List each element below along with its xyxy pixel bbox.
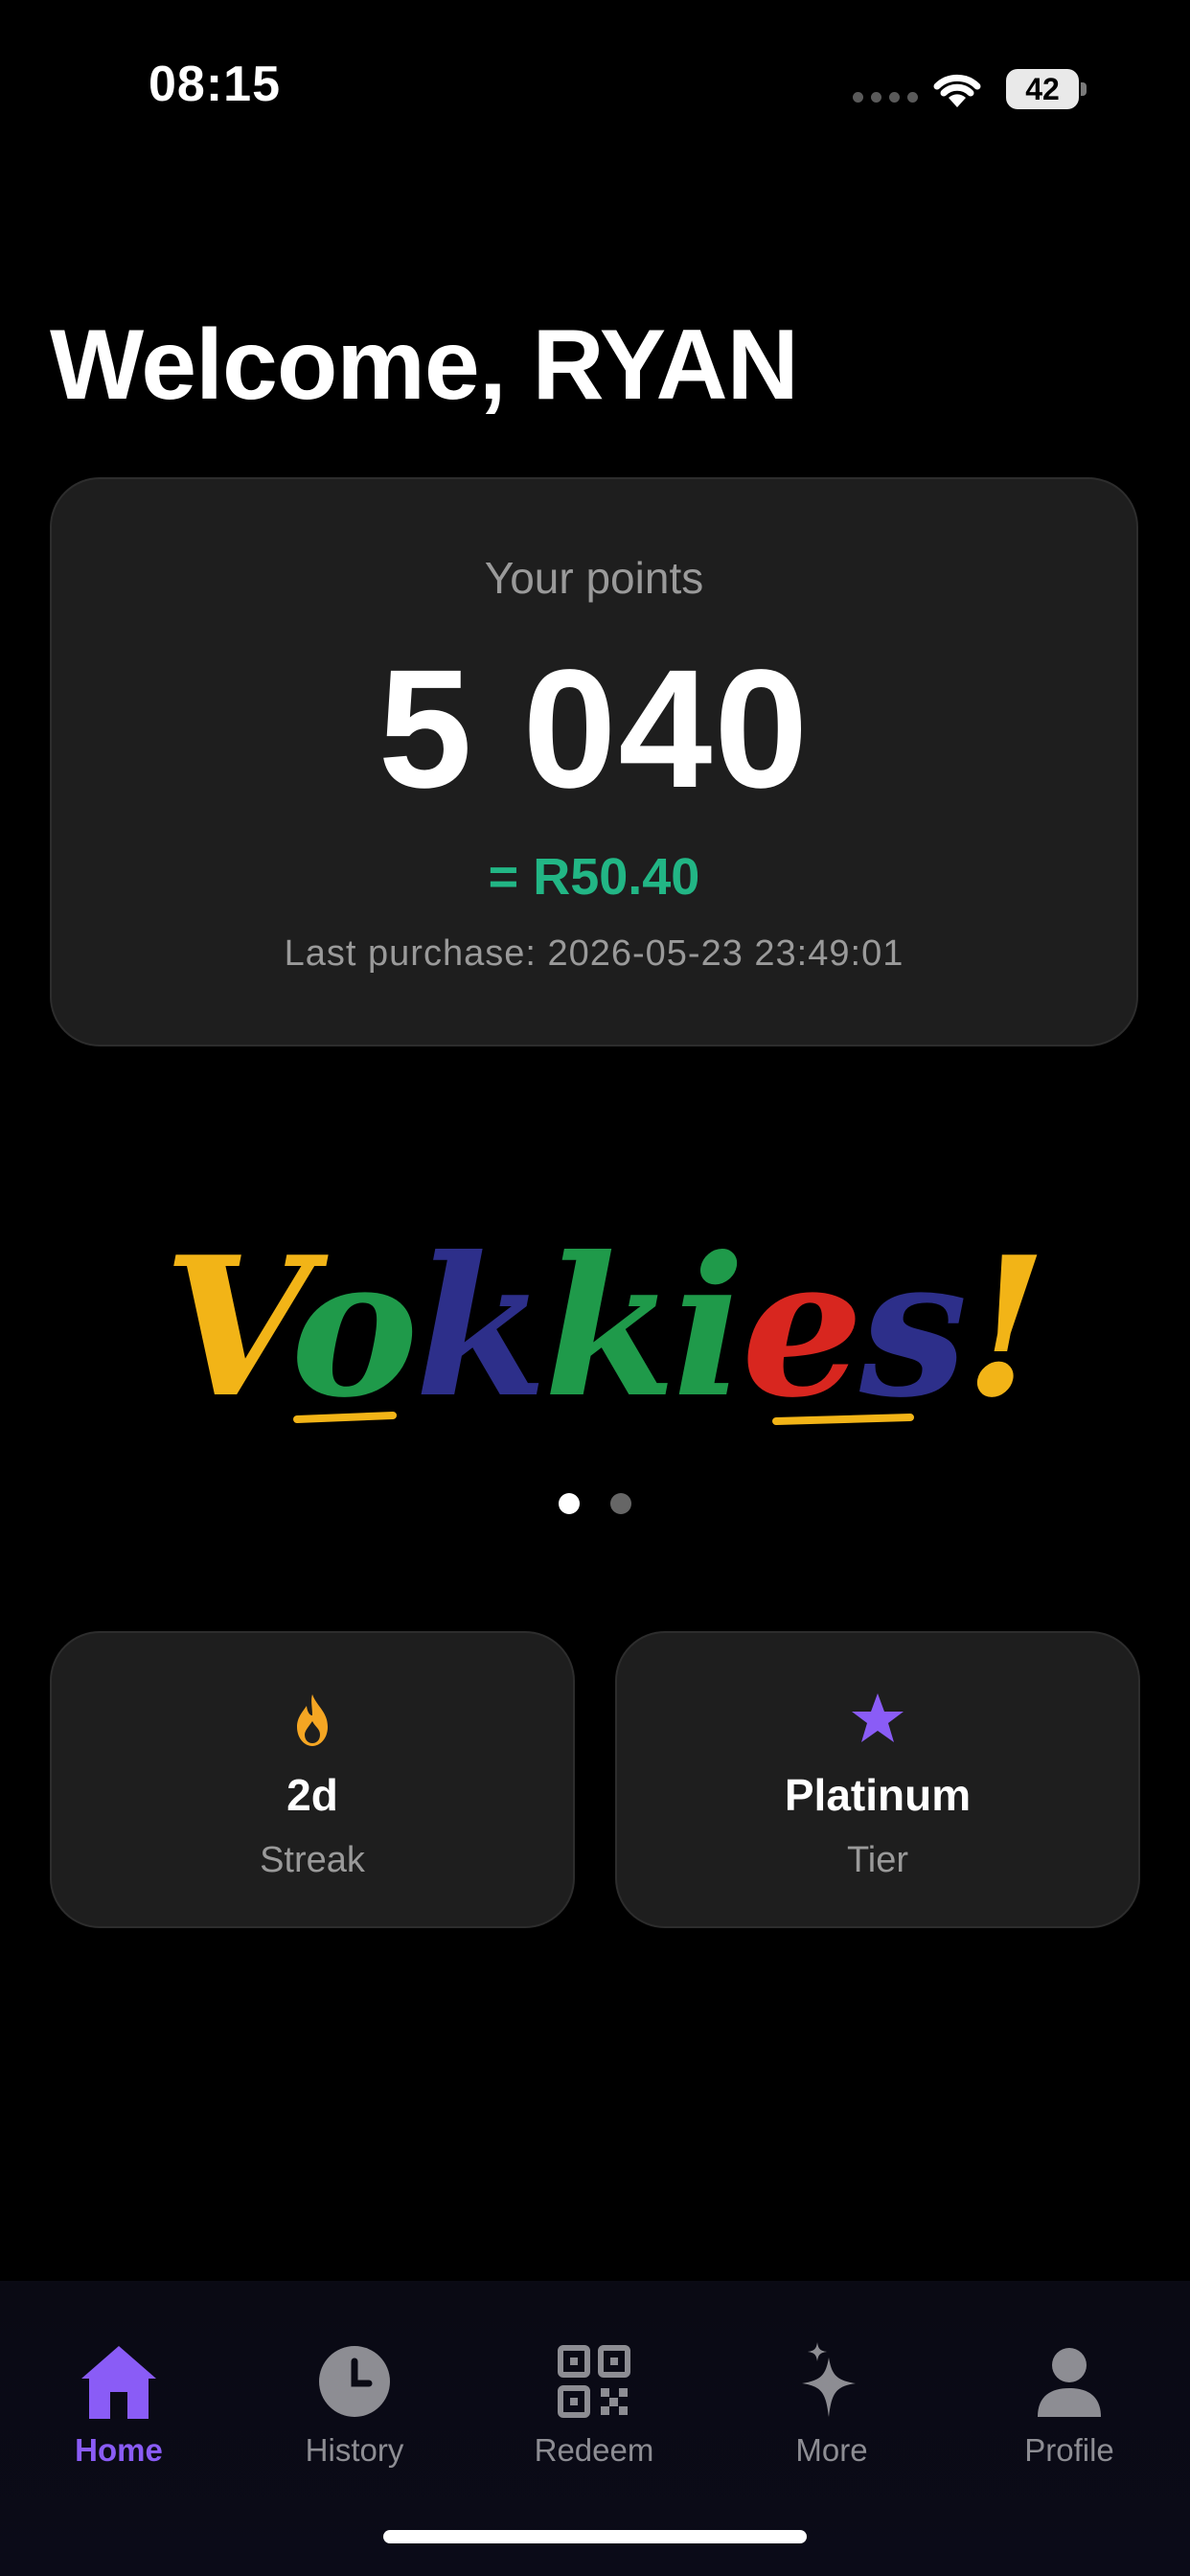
points-card: Your points 5 040 = R50.40 Last purchase… [50,477,1138,1046]
tab-more[interactable]: More [736,2338,927,2469]
tier-label: Tier [846,1840,909,1880]
sparkles-icon [802,2342,856,2417]
tab-redeem[interactable]: Redeem [498,2338,690,2469]
tab-redeem-label: Redeem [534,2432,654,2468]
tab-home[interactable]: Home [23,2338,215,2469]
wifi-icon [933,74,981,107]
tab-profile-label: Profile [1024,2432,1114,2468]
points-money-value: = R50.40 [488,848,700,906]
points-label: Your points [484,553,704,603]
cellular-signal-icon [853,92,918,103]
tab-history-label: History [305,2432,404,2468]
fire-icon [297,1694,328,1746]
carousel-dot[interactable] [610,1493,631,1514]
tier-value: Platinum [784,1770,972,1820]
tab-home-label: Home [75,2432,163,2468]
carousel-pagination[interactable] [0,1493,1190,1514]
clock-icon [319,2346,390,2417]
qr-code-icon [558,2345,630,2418]
tab-profile[interactable]: Profile [973,2338,1165,2469]
battery-level: 42 [1025,72,1060,106]
streak-label: Streak [260,1840,365,1880]
points-value: 5 040 [378,635,811,823]
tab-more-label: More [795,2432,868,2468]
streak-value: 2d [286,1770,338,1820]
last-purchase-text: Last purchase: 2026-05-23 23:49:01 [284,933,904,974]
streak-card[interactable]: 2d Streak [50,1631,575,1928]
status-bar: 08:15 42 [0,0,1190,172]
vokkies-logo-banner[interactable]: Vokkies! [163,1203,1044,1461]
star-icon [852,1693,904,1742]
home-indicator [383,2530,807,2543]
person-icon [1038,2348,1101,2417]
home-icon [81,2346,156,2419]
status-time: 08:15 [149,57,281,112]
tier-card[interactable]: Platinum Tier [615,1631,1140,1928]
vokkies-logo-text: Vokkies! [163,1215,1043,1440]
welcome-heading: Welcome, RYAN [50,310,799,421]
tab-history[interactable]: History [259,2338,450,2469]
battery-icon: 42 [1006,69,1088,109]
carousel-dot[interactable] [559,1493,580,1514]
